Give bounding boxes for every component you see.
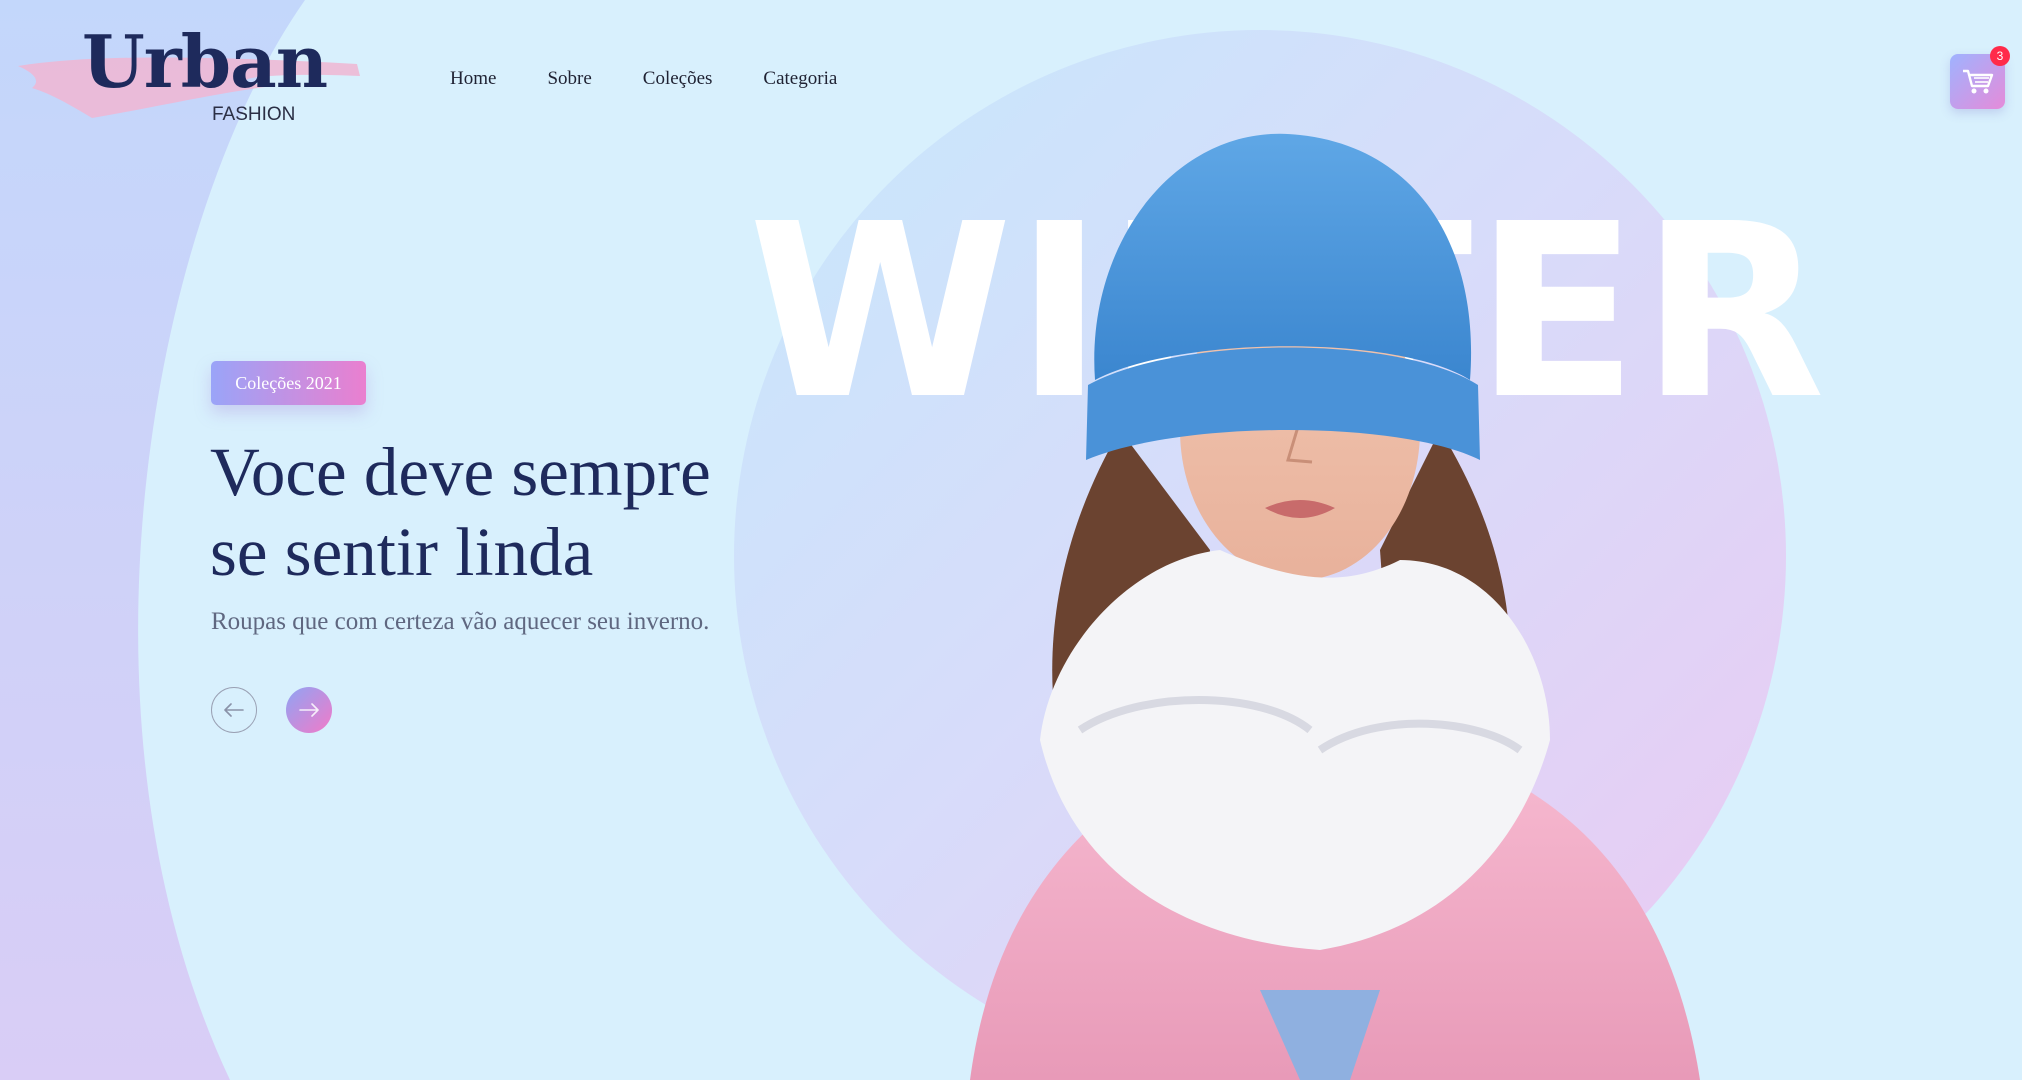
arrow-left-icon	[224, 703, 244, 717]
nav-colecoes[interactable]: Coleções	[643, 68, 713, 90]
hero-model-image	[970, 133, 1700, 1080]
hero-headline: Voce deve sempre se sentir linda	[210, 432, 770, 592]
cart-icon	[1963, 69, 1994, 94]
cart-count-badge: 3	[1990, 46, 2010, 66]
next-slide-button[interactable]	[286, 687, 332, 733]
nav-categoria[interactable]: Categoria	[763, 68, 837, 90]
arrow-right-icon	[299, 703, 319, 717]
cart-button[interactable]: 3	[1950, 46, 2010, 109]
collection-badge: Coleções 2021	[211, 361, 366, 405]
hero-headline-line-2: se sentir linda	[210, 514, 594, 590]
main-nav: Home Sobre Coleções Categoria	[450, 68, 888, 90]
brand-logo[interactable]: Urban FASHION	[12, 20, 372, 130]
hero-subtitle: Roupas que com certeza vão aquecer seu i…	[211, 608, 710, 635]
hero-headline-line-1: Voce deve sempre	[210, 434, 711, 510]
nav-home[interactable]: Home	[450, 68, 496, 90]
brand-tagline: FASHION	[212, 104, 296, 125]
previous-slide-button[interactable]	[211, 687, 257, 733]
nav-sobre[interactable]: Sobre	[547, 68, 591, 90]
brand-name: Urban	[82, 19, 328, 104]
